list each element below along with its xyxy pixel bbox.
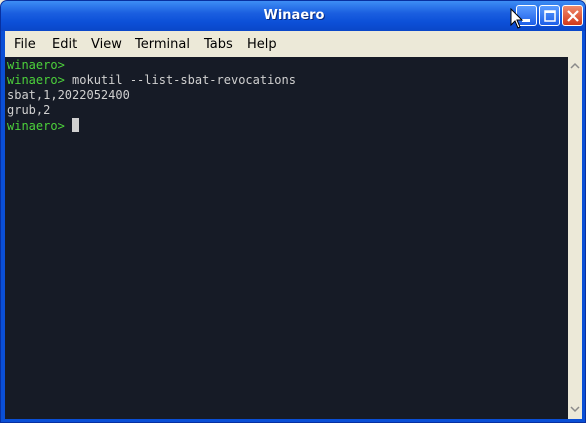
terminal-output[interactable]: winaero> winaero> mokutil --list-sbat-re… xyxy=(5,57,568,419)
vertical-scrollbar[interactable] xyxy=(568,57,582,419)
terminal-line: winaero> mokutil --list-sbat-revocations xyxy=(7,73,296,88)
text-cursor xyxy=(72,118,80,132)
menu-help[interactable]: Help xyxy=(247,37,277,52)
scroll-down-icon[interactable] xyxy=(570,404,580,414)
maximize-button[interactable] xyxy=(539,5,560,26)
terminal-line: winaero> xyxy=(7,58,65,73)
title-bar[interactable]: Winaero xyxy=(1,1,585,31)
close-button[interactable] xyxy=(562,5,583,26)
terminal-line: sbat,1,2022052400 xyxy=(7,88,130,103)
prompt: winaero> xyxy=(7,73,65,87)
terminal-line: grub,2 xyxy=(7,103,50,118)
menu-terminal[interactable]: Terminal xyxy=(135,37,190,52)
prompt: winaero> xyxy=(7,58,65,72)
menu-file[interactable]: File xyxy=(14,37,36,52)
terminal-line: winaero> xyxy=(7,118,80,133)
maximize-icon xyxy=(544,10,556,22)
mouse-pointer-icon xyxy=(510,8,524,29)
line-text xyxy=(65,119,72,133)
scroll-up-icon[interactable] xyxy=(570,61,580,71)
menu-view[interactable]: View xyxy=(91,37,122,52)
terminal-window: Winaero File Edit View Terminal Tabs Hel… xyxy=(0,0,586,423)
line-text: mokutil --list-sbat-revocations xyxy=(64,73,296,87)
prompt: winaero> xyxy=(7,119,65,133)
menu-tabs[interactable]: Tabs xyxy=(204,37,233,52)
line-text: grub,2 xyxy=(7,103,51,117)
line-text: sbat,1,2022052400 xyxy=(7,88,130,102)
menu-bar: File Edit View Terminal Tabs Help xyxy=(5,31,582,57)
menu-edit[interactable]: Edit xyxy=(52,37,77,52)
window-title: Winaero xyxy=(263,8,325,23)
close-icon xyxy=(567,10,579,22)
